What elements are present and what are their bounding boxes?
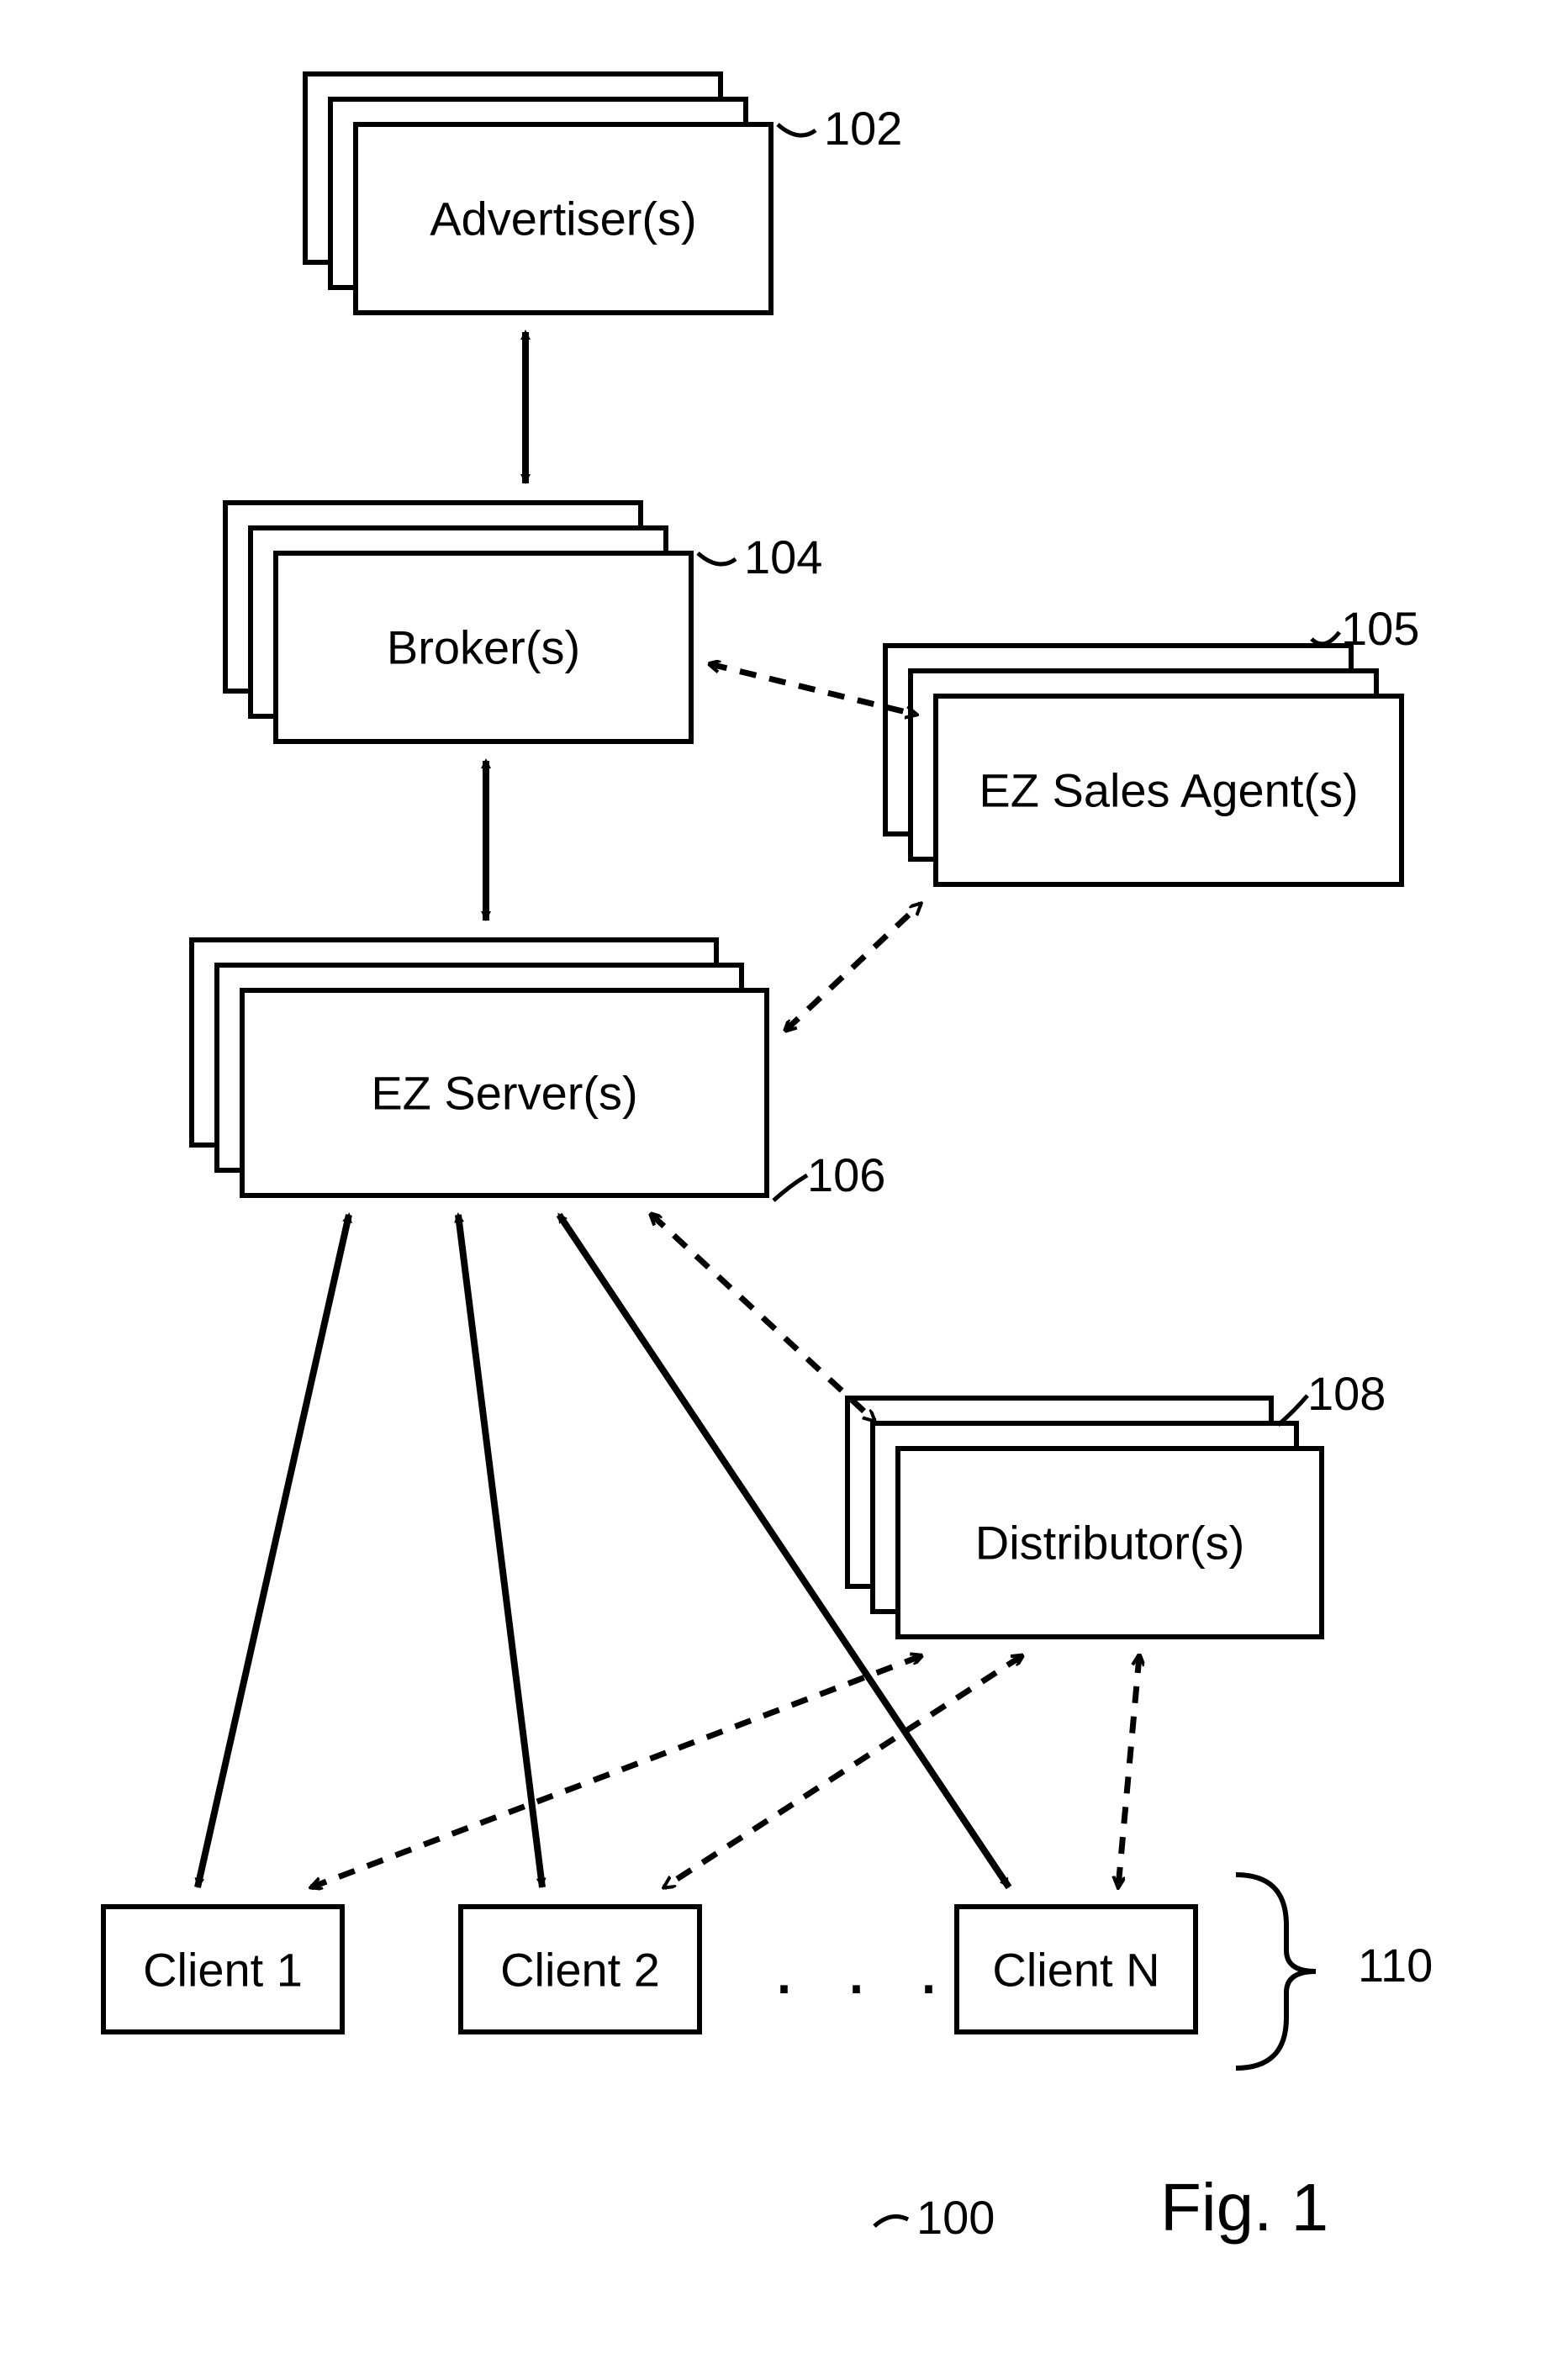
client1-box: Client 1 (101, 1904, 345, 2034)
figure-ref: 100 (916, 2190, 995, 2245)
broker-stack: Broker(s) (223, 500, 694, 744)
clientN-box: Client N (954, 1904, 1198, 2034)
server-stack: EZ Server(s) (189, 937, 769, 1198)
clients-ref: 110 (1358, 1938, 1433, 1992)
distributor-label: Distributor(s) (900, 1516, 1319, 1570)
salesagent-ref: 105 (1341, 601, 1419, 656)
salesagent-label: EZ Sales Agent(s) (938, 763, 1399, 818)
server-label: EZ Server(s) (245, 1066, 764, 1121)
advertiser-stack: Advertiser(s) (303, 71, 774, 315)
clientN-label: Client N (959, 1942, 1193, 1997)
salesagent-stack: EZ Sales Agent(s) (883, 643, 1404, 887)
figure-label: Fig. 1 (1160, 2169, 1328, 2246)
clients-ellipsis: . . . (774, 1925, 954, 2012)
client2-label: Client 2 (463, 1942, 697, 1997)
client2-box: Client 2 (458, 1904, 702, 2034)
distributor-ref: 108 (1307, 1366, 1386, 1421)
broker-ref: 104 (744, 530, 822, 584)
advertiser-ref: 102 (824, 101, 902, 156)
broker-label: Broker(s) (278, 620, 689, 675)
diagram-canvas: Advertiser(s) 102 Broker(s) 104 EZ Sales… (0, 0, 1547, 2380)
client1-label: Client 1 (106, 1942, 340, 1997)
distributor-stack: Distributor(s) (845, 1396, 1324, 1639)
advertiser-label: Advertiser(s) (358, 192, 768, 246)
server-ref: 106 (807, 1148, 885, 1202)
